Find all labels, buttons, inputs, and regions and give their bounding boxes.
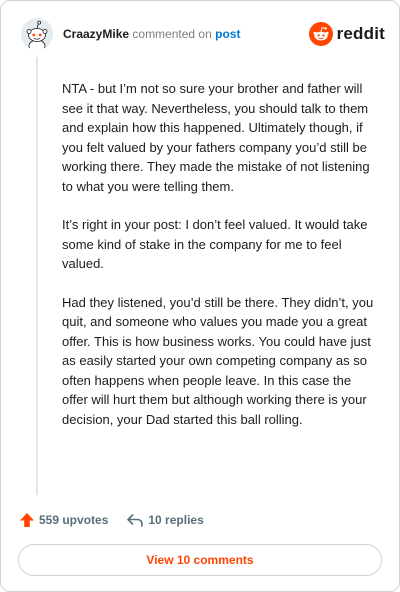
reply-arrow-icon (127, 514, 144, 527)
comment-meta: CraazyMike commented on post (63, 27, 240, 41)
upvote-button[interactable]: 559 upvotes (19, 512, 108, 528)
reply-count: 10 replies (148, 513, 204, 527)
comment-header: CraazyMike commented on post reddit (21, 18, 385, 50)
reddit-logo[interactable]: reddit (308, 20, 385, 48)
replies-button[interactable]: 10 replies (126, 512, 204, 528)
comment-actions: 559 upvotes 10 replies (19, 509, 204, 531)
reddit-wordmark: reddit (336, 24, 385, 43)
comment-body: NTA - but I’m not so sure your brother a… (62, 79, 374, 448)
commented-on-text: commented on (132, 27, 212, 41)
comment-paragraph: It’s right in your post: I don’t feel va… (62, 217, 368, 271)
upvote-arrow-icon (20, 513, 34, 527)
view-comments-button[interactable]: View 10 comments (18, 544, 382, 576)
comment-card: CraazyMike commented on post reddit NTA … (0, 0, 400, 592)
username-link[interactable]: CraazyMike (63, 27, 129, 41)
post-link[interactable]: post (215, 27, 240, 41)
comment-paragraph: NTA - but I’m not so sure your brother a… (62, 81, 370, 194)
thread-line[interactable] (36, 57, 38, 495)
upvote-count: 559 upvotes (39, 513, 109, 527)
snoo-avatar-icon[interactable] (21, 18, 53, 50)
comment-paragraph: Had they listened, you’d still be there.… (62, 294, 374, 427)
reddit-logo-icon (308, 22, 333, 46)
